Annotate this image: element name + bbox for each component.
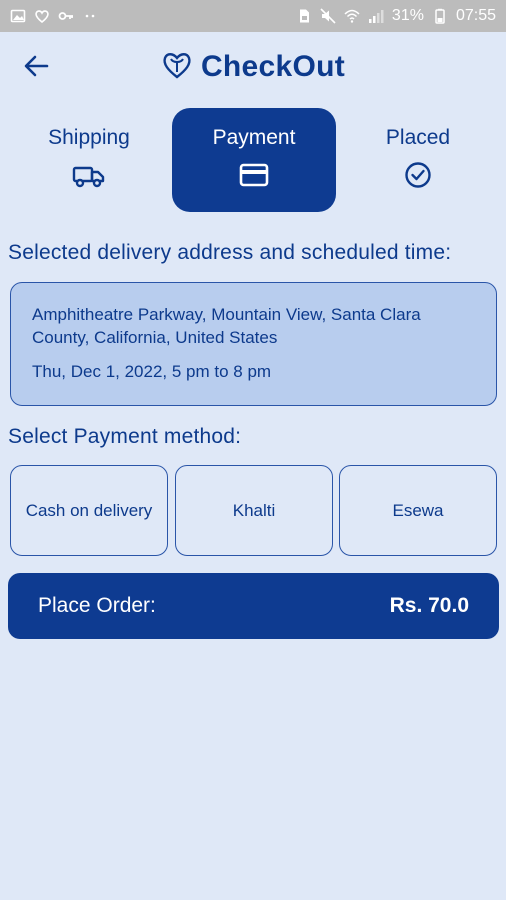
- checkout-steps: Shipping Payment Placed: [0, 108, 506, 212]
- delivery-schedule: Thu, Dec 1, 2022, 5 pm to 8 pm: [32, 362, 272, 381]
- place-order-label: Place Order:: [38, 594, 156, 617]
- key-icon: [58, 8, 74, 24]
- payment-heading: Select Payment method:: [8, 425, 242, 448]
- battery-icon: [432, 8, 448, 24]
- step-payment-label: Payment: [212, 125, 296, 149]
- step-placed[interactable]: Placed: [336, 108, 500, 212]
- payment-options: Cash on delivery Khalti Esewa: [10, 465, 497, 556]
- back-button[interactable]: [20, 52, 52, 84]
- order-total: Rs. 70.0: [389, 594, 469, 617]
- dots-icon: [82, 8, 98, 24]
- status-right: 31% 07:55: [296, 7, 496, 25]
- delivery-address: Amphitheatre Parkway, Mountain View, San…: [32, 305, 421, 347]
- battery-percent: 31%: [391, 7, 424, 24]
- mute-icon: [320, 8, 336, 24]
- address-card: Amphitheatre Parkway, Mountain View, San…: [10, 282, 497, 406]
- step-payment[interactable]: Payment: [172, 108, 336, 212]
- step-shipping[interactable]: Shipping: [7, 108, 171, 212]
- arrow-left-icon: [23, 55, 49, 82]
- step-placed-label: Placed: [385, 125, 451, 149]
- page-title: CheckOut: [200, 50, 346, 83]
- truck-icon: [72, 160, 106, 195]
- logo-small-icon: [34, 8, 50, 24]
- hearts-logo-icon: [161, 50, 193, 85]
- signal-icon: [368, 8, 384, 24]
- status-left: [10, 8, 98, 24]
- payment-option-esewa[interactable]: Esewa: [339, 465, 497, 556]
- delivery-heading: Selected delivery address and scheduled …: [8, 241, 452, 264]
- app-header: CheckOut: [0, 32, 506, 102]
- wifi-icon: [344, 8, 360, 24]
- sim-icon: [296, 8, 312, 24]
- card-icon: [237, 160, 271, 195]
- image-icon: [10, 8, 26, 24]
- payment-option-cash[interactable]: Cash on delivery: [10, 465, 168, 556]
- step-shipping-label: Shipping: [48, 125, 130, 149]
- clock: 07:55: [455, 7, 496, 24]
- place-order-button[interactable]: Place Order: Rs. 70.0: [8, 573, 499, 639]
- payment-option-khalti[interactable]: Khalti: [175, 465, 333, 556]
- title-wrap: CheckOut: [161, 50, 345, 85]
- status-bar: 31% 07:55: [0, 0, 506, 32]
- check-circle-icon: [401, 160, 435, 195]
